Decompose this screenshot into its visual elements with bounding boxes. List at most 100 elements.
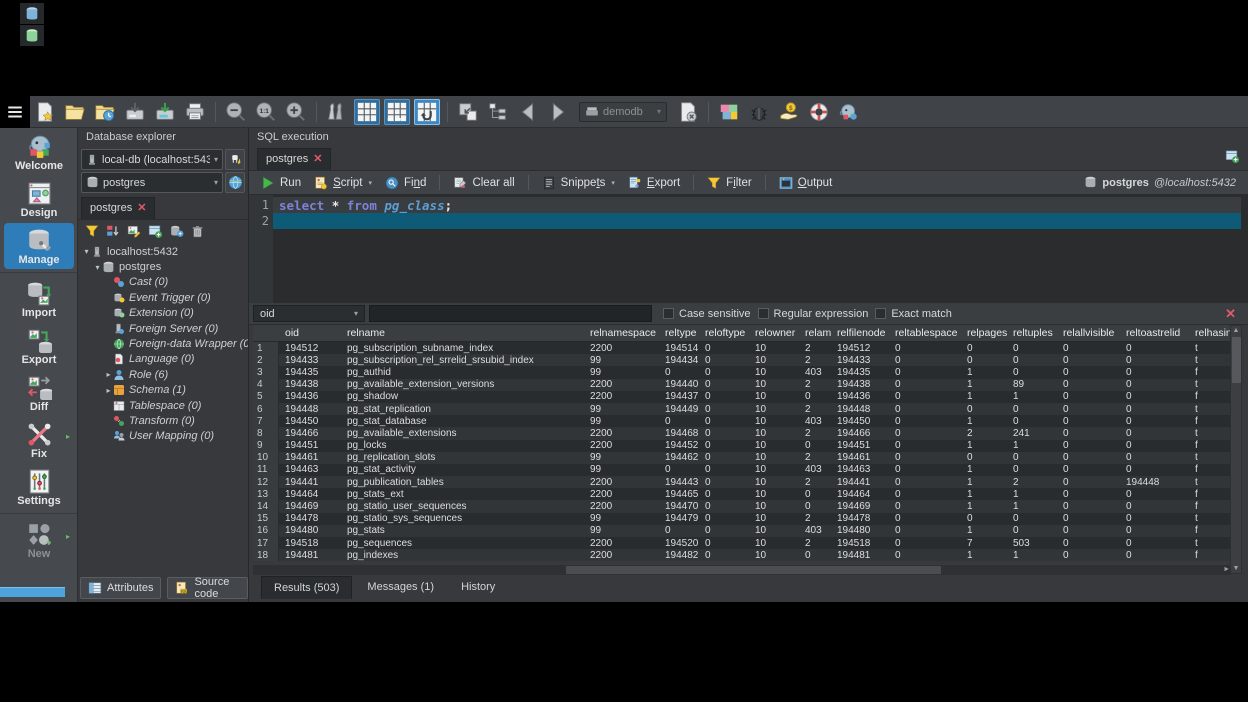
rail-item-fix[interactable]: Fix▸ — [4, 417, 74, 463]
cell-reltuples[interactable]: 241 — [1007, 427, 1057, 439]
horizontal-scrollbar[interactable]: ► — [253, 565, 1231, 575]
edit-image-button[interactable] — [127, 224, 141, 238]
cell-relfilenode[interactable]: 194461 — [831, 452, 889, 464]
cell-reltuples[interactable]: 0 — [1007, 342, 1057, 354]
rail-item-welcome[interactable]: Welcome — [4, 129, 74, 175]
cell-relfilenode[interactable]: 194478 — [831, 513, 889, 525]
rail-item-export[interactable]: Export — [4, 323, 74, 369]
cell-oid[interactable]: 194441 — [279, 476, 341, 488]
cell-reltoastrelid[interactable]: 0 — [1120, 366, 1189, 378]
grid-header-relam[interactable]: relam — [799, 325, 831, 341]
cell-reltablespace[interactable]: 0 — [889, 513, 961, 525]
cell-oid[interactable]: 194464 — [279, 488, 341, 500]
cell-reltoastrelid[interactable]: 0 — [1120, 440, 1189, 452]
table-row[interactable]: 18194481pg_indexes2200194482010019448101… — [253, 549, 1231, 561]
filter-text-input[interactable] — [369, 305, 652, 322]
expander-open-icon[interactable]: ▾ — [93, 263, 102, 272]
table-row[interactable]: 10194461pg_replication_slots991944620102… — [253, 452, 1231, 464]
cell-relnamespace[interactable]: 99 — [584, 354, 659, 366]
cell-reltablespace[interactable]: 0 — [889, 391, 961, 403]
cell-relam[interactable]: 0 — [799, 391, 831, 403]
cell-reltype[interactable]: 0 — [659, 525, 699, 537]
cell-relpages[interactable]: 1 — [961, 440, 1007, 452]
cell-relpages[interactable]: 0 — [961, 403, 1007, 415]
table-row[interactable]: 16194480pg_stats99001040319448001000f — [253, 525, 1231, 537]
table-row[interactable]: 1194512pg_subscription_subname_index2200… — [253, 342, 1231, 354]
cell-reltablespace[interactable]: 0 — [889, 452, 961, 464]
cell-reltuples[interactable]: 0 — [1007, 452, 1057, 464]
tree-item-user-mapping-0[interactable]: User Mapping (0) — [78, 429, 248, 444]
cell-relname[interactable]: pg_statio_sys_sequences — [341, 513, 584, 525]
database-select[interactable]: postgres ▾ — [81, 172, 223, 193]
cell-relname[interactable]: pg_sequences — [341, 537, 584, 549]
expander-open-icon[interactable]: ▾ — [82, 247, 91, 256]
tree-item-schema-1[interactable]: ▸Schema (1) — [78, 383, 248, 398]
cell-relam[interactable]: 403 — [799, 366, 831, 378]
rail-item-new[interactable]: New▸ — [4, 517, 74, 563]
cell-oid[interactable]: 194433 — [279, 354, 341, 366]
cell-relnamespace[interactable]: 2200 — [584, 440, 659, 452]
cell-reltablespace[interactable]: 0 — [889, 549, 961, 561]
zoom-out-button[interactable] — [223, 99, 249, 125]
grid-header-reltoastrelid[interactable]: reltoastrelid — [1120, 325, 1189, 341]
script-button[interactable]: Script▾ — [314, 176, 372, 190]
table-row[interactable]: 14194469pg_statio_user_sequences22001944… — [253, 500, 1231, 512]
cell-relallvisible[interactable]: 0 — [1057, 488, 1120, 500]
plugins-puzzle-button[interactable] — [716, 99, 742, 125]
cell-relhasin[interactable]: t — [1189, 537, 1231, 549]
cell-relallvisible[interactable]: 0 — [1057, 342, 1120, 354]
cell-oid[interactable]: 194438 — [279, 379, 341, 391]
cell-reltoastrelid[interactable]: 0 — [1120, 415, 1189, 427]
cell-reltoastrelid[interactable]: 0 — [1120, 537, 1189, 549]
cell-relnamespace[interactable]: 2200 — [584, 537, 659, 549]
cell-relnamespace[interactable]: 2200 — [584, 476, 659, 488]
cell-relpages[interactable]: 7 — [961, 537, 1007, 549]
tree-structure-button[interactable] — [485, 99, 511, 125]
cell-relfilenode[interactable]: 194463 — [831, 464, 889, 476]
cell-relpages[interactable]: 1 — [961, 549, 1007, 561]
cell-relam[interactable]: 403 — [799, 525, 831, 537]
cell-reltype[interactable]: 194482 — [659, 549, 699, 561]
cell-reloftype[interactable]: 0 — [699, 379, 749, 391]
cell-reltablespace[interactable]: 0 — [889, 354, 961, 366]
cell-relowner[interactable]: 10 — [749, 366, 799, 378]
cell-reltype[interactable]: 194468 — [659, 427, 699, 439]
cell-relowner[interactable]: 10 — [749, 403, 799, 415]
cell-relowner[interactable]: 10 — [749, 427, 799, 439]
filter-column-select[interactable]: oid ▾ — [253, 305, 365, 322]
grid-header-reltype[interactable]: reltype — [659, 325, 699, 341]
cell-relallvisible[interactable]: 0 — [1057, 427, 1120, 439]
cell-reltoastrelid[interactable]: 0 — [1120, 500, 1189, 512]
cell-oid[interactable]: 194435 — [279, 366, 341, 378]
cell-reloftype[interactable]: 0 — [699, 391, 749, 403]
cell-relpages[interactable]: 1 — [961, 525, 1007, 537]
cell-relam[interactable]: 403 — [799, 415, 831, 427]
cell-relname[interactable]: pg_available_extensions — [341, 427, 584, 439]
cell-oid[interactable]: 194436 — [279, 391, 341, 403]
cell-reloftype[interactable]: 0 — [699, 525, 749, 537]
cell-relnamespace[interactable]: 99 — [584, 415, 659, 427]
cell-relallvisible[interactable]: 0 — [1057, 440, 1120, 452]
cell-relhasin[interactable]: t — [1189, 452, 1231, 464]
cell-relfilenode[interactable]: 194450 — [831, 415, 889, 427]
help-lifebuoy-button[interactable] — [806, 99, 832, 125]
cell-relname[interactable]: pg_subscription_subname_index — [341, 342, 584, 354]
cell-reltuples[interactable]: 1 — [1007, 549, 1057, 561]
cell-reltoastrelid[interactable]: 0 — [1120, 464, 1189, 476]
cell-relfilenode[interactable]: 194480 — [831, 525, 889, 537]
table-row[interactable]: 12194441pg_publication_tables22001944430… — [253, 476, 1231, 488]
cell-relnamespace[interactable]: 99 — [584, 525, 659, 537]
open-recent-button[interactable] — [92, 99, 118, 125]
cell-oid[interactable]: 194480 — [279, 525, 341, 537]
cell-relhasin[interactable]: t — [1189, 476, 1231, 488]
cell-relpages[interactable]: 1 — [961, 379, 1007, 391]
cell-relfilenode[interactable]: 194464 — [831, 488, 889, 500]
export-button[interactable]: Export — [628, 176, 680, 190]
hamburger-menu-button[interactable] — [0, 96, 30, 128]
cell-relhasin[interactable]: f — [1189, 464, 1231, 476]
cell-reloftype[interactable]: 0 — [699, 440, 749, 452]
grid-form-view-button[interactable] — [384, 99, 410, 125]
cell-relowner[interactable]: 10 — [749, 379, 799, 391]
cell-relnamespace[interactable]: 99 — [584, 403, 659, 415]
cell-relam[interactable]: 0 — [799, 500, 831, 512]
